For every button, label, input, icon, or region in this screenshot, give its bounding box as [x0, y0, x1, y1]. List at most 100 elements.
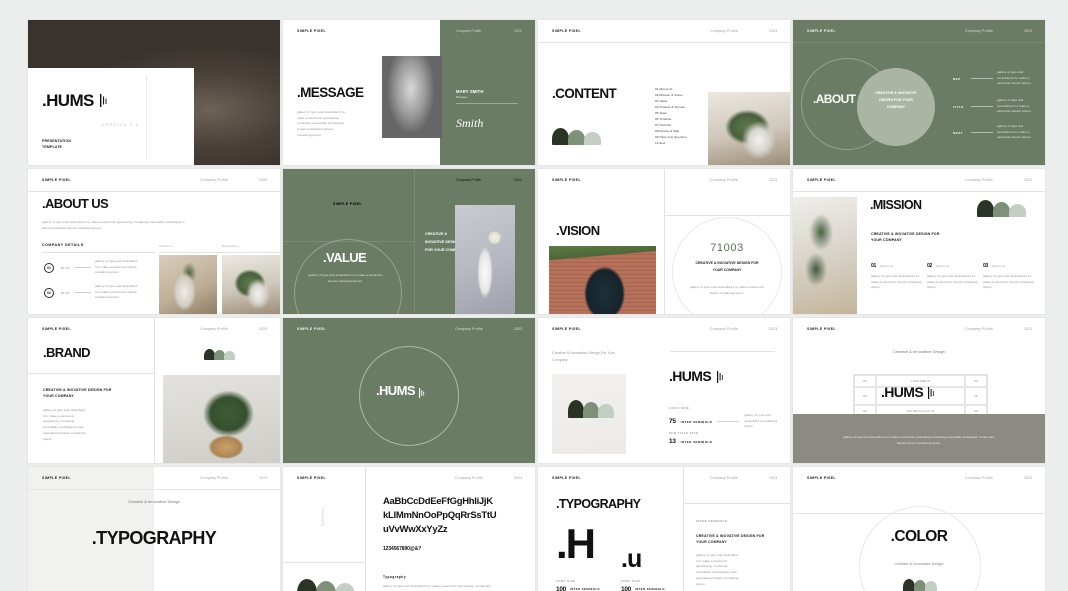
about-row-label: Rep [953, 76, 961, 81]
header: SIMPLE PIXEL Company Profile 2023 [538, 327, 790, 337]
about-circle-text: CREATIVE & INOVATIVE DESIGN FOR YOUR COM… [875, 91, 917, 109]
slide-mission[interactable]: SIMPLE PIXEL Company Profile 2023 .MISSI… [793, 169, 1045, 314]
logo-grid-band-text: gallery of type and scrambled it to make… [843, 435, 995, 446]
logo-grid-word-row: .HUMS [881, 385, 935, 404]
mission-col-2: 03 Elements gallery of type and scramble… [983, 263, 1036, 291]
slide-cover[interactable]: .HUMS VERSION 3.0 Presentation Template [28, 20, 280, 165]
step-dash [74, 267, 91, 269]
brand-label: SIMPLE PIXEL [807, 327, 836, 331]
grid-cell-corner: SH [854, 375, 876, 387]
company-profile-label: Company Profile [965, 327, 994, 331]
step-label: Play [61, 290, 71, 295]
about-row-dash [971, 132, 993, 134]
company-profile-label: Company Profile [455, 476, 484, 480]
mission-col-num: 02 [927, 263, 932, 269]
company-profile-label: Company Profile [710, 327, 739, 331]
step-label: Play [61, 265, 71, 270]
brand-subtitle: CREATIVE & INOVATIVE DESIGN FOR YOUR COM… [43, 388, 112, 399]
mission-col-body: gallery of type and scrambled it to make… [871, 274, 922, 290]
typography-detail-title: .TYPOGRAPHY [556, 497, 641, 511]
about-row-0: Rep gallery of type and scrambled it to … [953, 70, 1037, 87]
year-label: 2023 [514, 476, 523, 480]
about-us-section-label: COMPANY DETAILS [42, 243, 84, 247]
hums-circle-title-row: .HUMS [376, 384, 425, 403]
about-us-row-0: 01 Play gallery of type and scrambled it… [44, 259, 137, 276]
vision-body: gallery of type and scrambled it to make… [690, 285, 765, 295]
logo-bars-icon [928, 386, 935, 404]
mission-col-1: 02 Elements gallery of type and scramble… [927, 263, 980, 291]
slide-color[interactable]: SIMPLE PIXEL Company Profile 2023 .COLOR… [793, 467, 1045, 591]
message-title: .MESSAGE [297, 85, 364, 100]
mission-col-num: 03 [983, 263, 988, 269]
specimen-alphabet: AaBbCcDdEeFfGgHhIiJjK kLlMmNnOoPpQqRrSsT… [383, 495, 528, 536]
step-number: 01 [44, 262, 54, 273]
sub-size-font: Inter Semibold [680, 439, 713, 444]
brand-label: SIMPLE PIXEL [297, 29, 326, 33]
logo-bars-icon [418, 385, 425, 403]
vision-divider [664, 169, 665, 314]
brand-label: SIMPLE PIXEL [552, 476, 581, 480]
year-label: 2023 [1024, 327, 1033, 331]
logo-size-dash [717, 421, 740, 423]
about-us-image-1 [159, 255, 217, 314]
year-label: 2023 [769, 29, 778, 33]
step-number: 02 [44, 287, 54, 298]
vision-arch-image [549, 246, 656, 314]
slide-typography-specimen[interactable]: SIMPLE PIXEL Company Profile 2023 Typogr… [283, 467, 535, 591]
brand-body: gallery of type and scrambled it to make… [43, 408, 86, 441]
brand-label: SIMPLE PIXEL [552, 327, 581, 331]
logo-bars-icon [717, 370, 724, 388]
mission-subtitle: CREATIVE & INOVATIVE DESIGN FOR YOUR COM… [871, 232, 940, 243]
font-size-row-2: 100 Inter Semibold [621, 586, 665, 591]
slide-message[interactable]: SIMPLE PIXEL Company Profile 2023 .MESSA… [283, 20, 535, 165]
header: SIMPLE PIXEL Company Profile 2023 [538, 476, 790, 486]
slide-typography-detail[interactable]: SIMPLE PIXEL Company Profile 2023 .TYPOG… [538, 467, 790, 591]
brand-label: SIMPLE PIXEL [297, 327, 326, 331]
about-us-title: .ABOUT US [42, 196, 109, 211]
about-row-2: Next gallery of type and scrambled it to… [953, 124, 1037, 141]
swatch-light [598, 404, 614, 418]
value-grid-v [414, 169, 415, 314]
about-row-body: gallery of type and scrambled it to make… [997, 124, 1032, 140]
font-size-label-1: FONT SIZE [556, 579, 576, 583]
slide-brand[interactable]: SIMPLE PIXEL Company Profile 2023 .BRAND… [28, 318, 280, 463]
slide-logo-size[interactable]: SIMPLE PIXEL Company Profile 2023 Creati… [538, 318, 790, 463]
swatch-light [925, 581, 937, 591]
brand-label: SIMPLE PIXEL [552, 29, 581, 33]
header-rule [793, 191, 1045, 192]
slide-about[interactable]: SIMPLE PIXEL Company Profile 2023 .ABOUT… [793, 20, 1045, 165]
swatch-dark [552, 128, 569, 145]
slide-about-us[interactable]: SIMPLE PIXEL Company Profile 2023 .ABOUT… [28, 169, 280, 314]
slide-typography-cover[interactable]: SIMPLE PIXEL Company Profile 2023 Creati… [28, 467, 280, 591]
slide-gallery: .HUMS VERSION 3.0 Presentation Template … [0, 0, 1068, 591]
font-size-value-1: 100 [556, 586, 566, 591]
year-label: 2023 [1024, 476, 1033, 480]
mission-ladder-image [793, 197, 857, 314]
swatch-light [1009, 204, 1026, 217]
company-profile-label: Company Profile [965, 178, 994, 182]
mission-col-body: gallery of type and scrambled it to make… [927, 274, 978, 290]
slide-value[interactable]: SIMPLE PIXEL Company Profile 2023 .VALUE… [283, 169, 535, 314]
content-plant-image [708, 92, 790, 165]
slide-vision[interactable]: SIMPLE PIXEL Company Profile 2023 .VISIO… [538, 169, 790, 314]
cover-version: VERSION 3.0 [102, 123, 140, 127]
mission-title: .MISSION [870, 198, 922, 212]
brand-rule-h [28, 373, 154, 374]
detail-divider [683, 467, 684, 591]
logo-size-label: LOGO SIZE [669, 406, 690, 410]
detail-rule [683, 503, 790, 504]
grid-cell-corner: SH [854, 387, 876, 405]
slide-logo-grid[interactable]: SIMPLE PIXEL Company Profile 2023 Creati… [793, 318, 1045, 463]
slide-hums-circle[interactable]: SIMPLE PIXEL Company Profile 2023 .HUMS [283, 318, 535, 463]
about-row-label: Title [953, 104, 964, 109]
cover-title: .HUMS [42, 91, 94, 110]
message-portrait-image [382, 56, 442, 138]
message-signature: Smith [456, 116, 484, 130]
brand-label: SIMPLE PIXEL [807, 476, 836, 480]
grid-cell-corner: SH [965, 375, 987, 387]
step-body: gallery of type and scrambled it to make… [95, 284, 137, 300]
slide-content[interactable]: SIMPLE PIXEL Company Profile 2023 .CONTE… [538, 20, 790, 165]
logo-size-title-row: .HUMS [669, 369, 724, 388]
logo-size-word: .HUMS [669, 368, 712, 384]
detail-side-font: Inter Semibold [696, 519, 728, 523]
